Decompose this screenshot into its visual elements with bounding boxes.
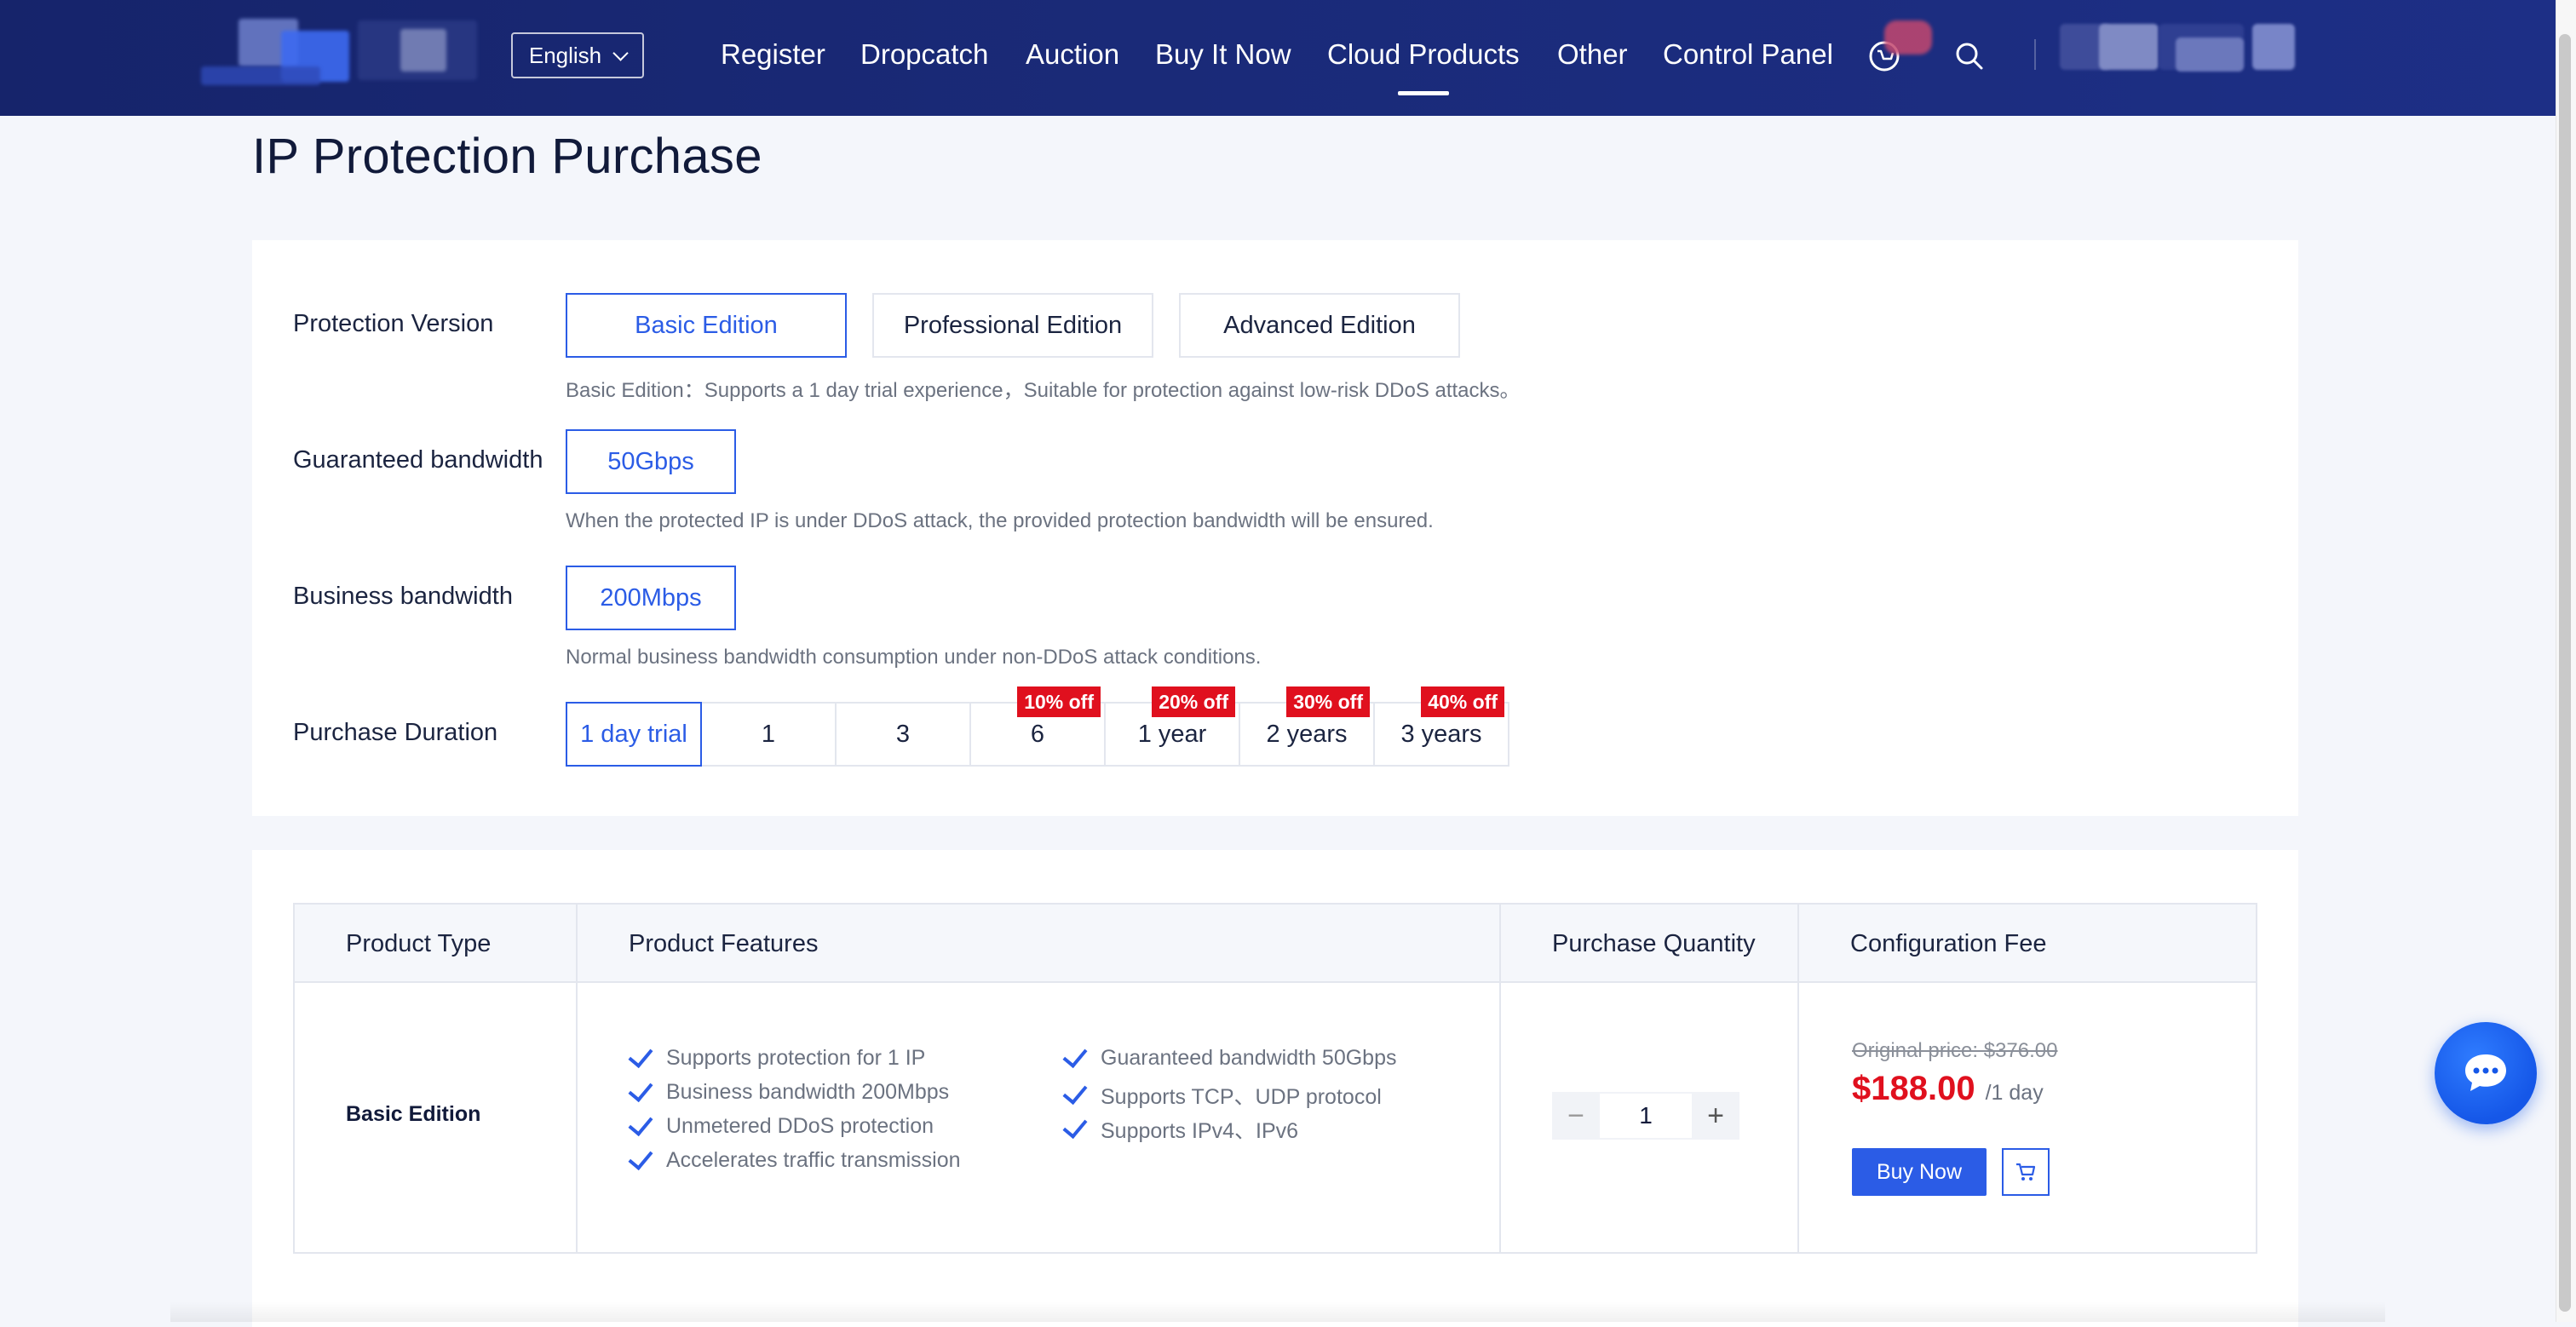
duration-3[interactable]: 3 [835, 702, 971, 767]
checkmark-icon [628, 1042, 653, 1068]
header-product-type: Product Type [346, 930, 492, 957]
feature-item: Supports protection for 1 IP [628, 1042, 926, 1071]
feature-item: Guaranteed bandwidth 50Gbps [1062, 1042, 1397, 1071]
configuration-panel: Protection Version Basic Edition Profess… [252, 240, 2298, 816]
nav-buy-it-now[interactable]: Buy It Now [1155, 37, 1291, 72]
discount-badge: 10% off [1017, 686, 1101, 717]
nav-dropcatch[interactable]: Dropcatch [860, 37, 988, 72]
original-price: Original price: $376.00 [1852, 1039, 2058, 1062]
order-summary-panel: Product Type Product Features Purchase Q… [252, 850, 2298, 1327]
order-summary-table: Product Type Product Features Purchase Q… [293, 903, 2257, 1254]
header-product-features: Product Features [629, 930, 819, 957]
purchase-duration-options: 1 day trial 1 3 10% off 6 20% off 1 year… [566, 686, 1509, 767]
protection-version-hint: Basic Edition：Supports a 1 day trial exp… [566, 379, 1521, 402]
nav-cloud-products[interactable]: Cloud Products [1327, 37, 1520, 95]
chat-support-button[interactable] [2435, 1022, 2537, 1124]
duration-1-year[interactable]: 20% off 1 year [1104, 686, 1240, 767]
buy-now-button[interactable]: Buy Now [1852, 1148, 1987, 1196]
feature-text: Business bandwidth 200Mbps [666, 1080, 950, 1104]
column-divider [1499, 905, 1501, 1252]
duration-label: 3 years [1400, 720, 1482, 748]
checkmark-icon [1062, 1042, 1088, 1068]
discount-badge: 20% off [1152, 686, 1235, 717]
option-basic-edition[interactable]: Basic Edition [566, 293, 847, 358]
nav-auction[interactable]: Auction [1026, 37, 1119, 72]
header-configuration-fee: Configuration Fee [1850, 930, 2047, 957]
feature-item: Unmetered DDoS protection [628, 1110, 934, 1139]
feature-item: Accelerates traffic transmission [628, 1144, 961, 1173]
duration-label: 6 [1030, 720, 1045, 748]
current-price: $188.00 [1852, 1070, 1975, 1107]
protection-version-label: Protection Version [293, 310, 494, 337]
user-account-menu[interactable] [2056, 0, 2312, 116]
duration-2-years[interactable]: 30% off 2 years [1239, 686, 1375, 767]
price-row: $188.00 /1 day [1852, 1070, 2044, 1108]
quantity-stepper: − 1 + [1552, 1092, 1739, 1140]
site-logo[interactable] [153, 14, 503, 99]
add-to-cart-button[interactable] [2002, 1148, 2050, 1196]
product-type-value: Basic Edition [346, 1102, 481, 1126]
discount-badge: 40% off [1421, 686, 1504, 717]
duration-label: 3 [895, 720, 911, 748]
guaranteed-bandwidth-hint: When the protected IP is under DDoS atta… [566, 509, 1434, 532]
duration-label: 1 [761, 720, 776, 748]
price-period: /1 day [1985, 1081, 2044, 1105]
option-professional-edition[interactable]: Professional Edition [872, 293, 1153, 358]
chevron-down-icon [612, 44, 629, 61]
feature-text: Unmetered DDoS protection [666, 1114, 934, 1138]
column-divider [576, 905, 578, 1252]
cart-icon[interactable] [1867, 20, 1932, 73]
purchase-duration-label: Purchase Duration [293, 719, 498, 746]
duration-3-years[interactable]: 40% off 3 years [1373, 686, 1509, 767]
option-advanced-edition[interactable]: Advanced Edition [1179, 293, 1460, 358]
duration-1-day-trial[interactable]: 1 day trial [566, 702, 702, 767]
option-50gbps[interactable]: 50Gbps [566, 429, 736, 494]
feature-item: Supports IPv4、IPv6 [1062, 1112, 1299, 1145]
discount-badge: 30% off [1286, 686, 1370, 717]
checkmark-icon [628, 1144, 653, 1170]
option-200mbps[interactable]: 200Mbps [566, 566, 736, 630]
feature-text: Guaranteed bandwidth 50Gbps [1101, 1046, 1397, 1070]
checkmark-icon [628, 1110, 653, 1136]
duration-label: 2 years [1266, 720, 1348, 748]
quantity-increment-button[interactable]: + [1692, 1092, 1739, 1140]
guaranteed-bandwidth-label: Guaranteed bandwidth [293, 446, 543, 474]
duration-6[interactable]: 10% off 6 [969, 686, 1106, 767]
feature-text: Supports IPv4、IPv6 [1101, 1119, 1299, 1143]
quantity-input[interactable]: 1 [1600, 1092, 1692, 1140]
header-purchase-quantity: Purchase Quantity [1552, 930, 1756, 957]
column-divider [1797, 905, 1799, 1252]
business-bandwidth-label: Business bandwidth [293, 583, 513, 610]
feature-text: Supports protection for 1 IP [666, 1046, 926, 1070]
language-select[interactable]: English [511, 32, 644, 78]
page-bottom-shadow [170, 1301, 2385, 1322]
chat-icon [2465, 1054, 2506, 1091]
page-title: IP Protection Purchase [252, 129, 762, 184]
nav-divider [2034, 39, 2036, 70]
checkmark-icon [1062, 1078, 1088, 1106]
business-bandwidth-hint: Normal business bandwidth consumption un… [566, 646, 1262, 669]
top-navigation-bar: English Register Dropcatch Auction Buy I… [0, 0, 2556, 116]
feature-item: Supports TCP、UDP protocol [1062, 1078, 1382, 1111]
duration-label: 1 day trial [580, 720, 687, 748]
feature-text: Accelerates traffic transmission [666, 1148, 961, 1172]
cart-count-badge [1884, 20, 1932, 55]
feature-item: Business bandwidth 200Mbps [628, 1076, 950, 1105]
duration-label: 1 year [1137, 720, 1207, 748]
checkmark-icon [1062, 1112, 1088, 1140]
checkmark-icon [628, 1076, 653, 1102]
nav-other[interactable]: Other [1557, 37, 1628, 72]
scrollbar-thumb[interactable] [2559, 34, 2571, 1312]
feature-text: Supports TCP、UDP protocol [1101, 1085, 1382, 1109]
duration-1[interactable]: 1 [700, 702, 837, 767]
language-label: English [528, 42, 602, 68]
nav-register[interactable]: Register [721, 37, 825, 72]
cart-icon [2016, 1163, 2036, 1181]
quantity-decrement-button[interactable]: − [1552, 1092, 1600, 1140]
nav-control-panel[interactable]: Control Panel [1663, 37, 1833, 72]
search-icon[interactable] [1952, 39, 1987, 73]
